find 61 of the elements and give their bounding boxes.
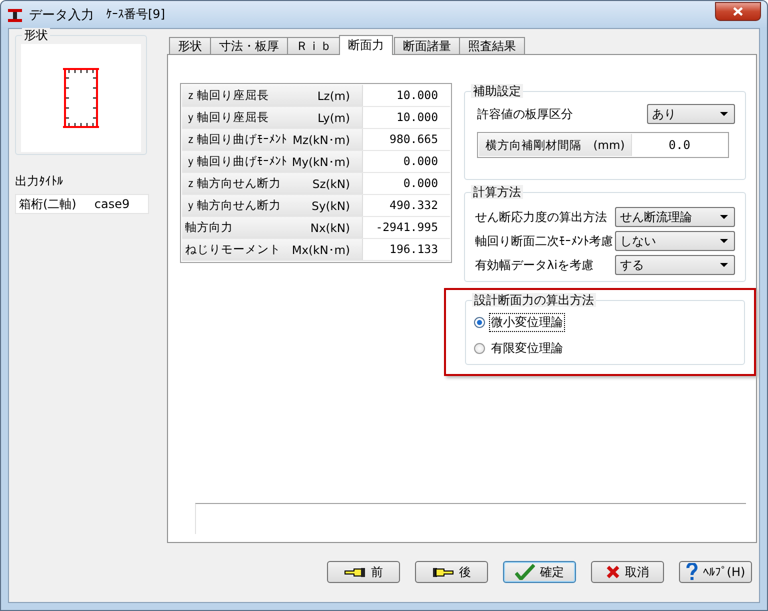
caret-icon bbox=[720, 239, 728, 243]
table-cell[interactable]: 10.000 bbox=[362, 107, 450, 128]
row-header: ねじりモーメント Mx(kN･m) bbox=[182, 239, 362, 260]
table-cell[interactable]: 0.000 bbox=[362, 151, 450, 172]
row-header: ｚ軸方向せん断力 Sz(kN) bbox=[182, 173, 362, 194]
close-icon bbox=[733, 7, 743, 16]
tab[interactable]: 照査結果 bbox=[459, 37, 525, 54]
table-cell[interactable]: 490.332 bbox=[362, 195, 450, 216]
setting-label: せん断応力度の算出方法 bbox=[475, 208, 607, 226]
group-title: 形状 bbox=[22, 28, 50, 42]
radio-label[interactable]: 有限変位理論 bbox=[489, 339, 565, 358]
dropdown[interactable]: あり bbox=[647, 104, 735, 124]
table-cell[interactable]: -2941.995 bbox=[362, 217, 450, 238]
group-title: 設計断面力の算出方法 bbox=[472, 293, 596, 307]
tab[interactable]: Ｒｉｂ bbox=[287, 37, 341, 54]
row-header: ｙ軸方向せん断力 Sy(kN) bbox=[182, 195, 362, 216]
caret-icon bbox=[720, 112, 728, 116]
group-title: 補助設定 bbox=[471, 84, 523, 98]
table-cell[interactable]: 0.0 bbox=[631, 134, 727, 156]
next-button[interactable]: 後 bbox=[415, 561, 488, 583]
tab[interactable]: 形状 bbox=[169, 37, 211, 54]
setting-label: 軸回り断面二次ﾓｰﾒﾝﾄ考慮 bbox=[475, 232, 613, 250]
ok-button[interactable]: 確定 bbox=[503, 561, 576, 583]
row-header: ｚ軸回り曲げﾓｰﾒﾝﾄ Mz(kN･m) bbox=[182, 129, 362, 150]
question-mark-icon bbox=[686, 563, 698, 581]
table-cell[interactable]: 0.000 bbox=[362, 173, 450, 194]
caret-icon bbox=[720, 215, 728, 219]
table-cell[interactable]: 10.000 bbox=[362, 85, 450, 106]
cross-icon bbox=[606, 565, 620, 579]
cancel-button[interactable]: 取消 bbox=[591, 561, 664, 583]
row-header: 横方向補剛材間隔 (mm) bbox=[479, 134, 631, 156]
tab[interactable]: 断面諸量 bbox=[394, 37, 460, 54]
radio-label[interactable]: 微小変位理論 bbox=[489, 313, 565, 332]
memo-field[interactable] bbox=[195, 503, 746, 534]
radio-button[interactable] bbox=[474, 343, 485, 354]
prev-button[interactable]: 前 bbox=[327, 561, 400, 583]
tab[interactable]: 断面力 bbox=[339, 35, 393, 55]
setting-label: 許容値の板厚区分 bbox=[477, 106, 573, 122]
window-title: データ入力 bbox=[29, 6, 94, 24]
check-icon bbox=[515, 564, 535, 580]
table-cell[interactable]: 980.665 bbox=[362, 129, 450, 150]
table-cell[interactable]: 196.133 bbox=[362, 239, 450, 260]
help-button[interactable]: ﾍﾙﾌﾟ(H) bbox=[679, 561, 752, 583]
radio-button[interactable] bbox=[474, 317, 485, 328]
row-header: ｙ軸回り曲げﾓｰﾒﾝﾄ My(kN･m) bbox=[182, 151, 362, 172]
tab[interactable]: 寸法・板厚 bbox=[210, 37, 288, 54]
dropdown[interactable]: する bbox=[615, 255, 735, 275]
caret-icon bbox=[720, 263, 728, 267]
app-icon bbox=[7, 6, 23, 22]
output-title-field[interactable]: 箱桁(二軸) case9 bbox=[15, 194, 149, 214]
output-title-label: 出力ﾀｲﾄﾙ bbox=[15, 173, 64, 190]
cross-section-drawing bbox=[63, 68, 99, 128]
row-header: ｙ軸回り座屈長 Ly(m) bbox=[182, 107, 362, 128]
window-subtitle: ｹｰｽ番号[9] bbox=[106, 6, 165, 23]
group-title: 計算方法 bbox=[471, 185, 523, 199]
dropdown[interactable]: しない bbox=[615, 231, 735, 251]
row-header: ｚ軸回り座屈長 Lz(m) bbox=[182, 85, 362, 106]
row-header: 軸方向力 Nx(kN) bbox=[182, 217, 362, 238]
dropdown[interactable]: せん断流理論 bbox=[615, 207, 735, 227]
setting-label: 有効幅データλiを考慮 bbox=[475, 256, 594, 274]
close-button[interactable] bbox=[715, 2, 761, 21]
